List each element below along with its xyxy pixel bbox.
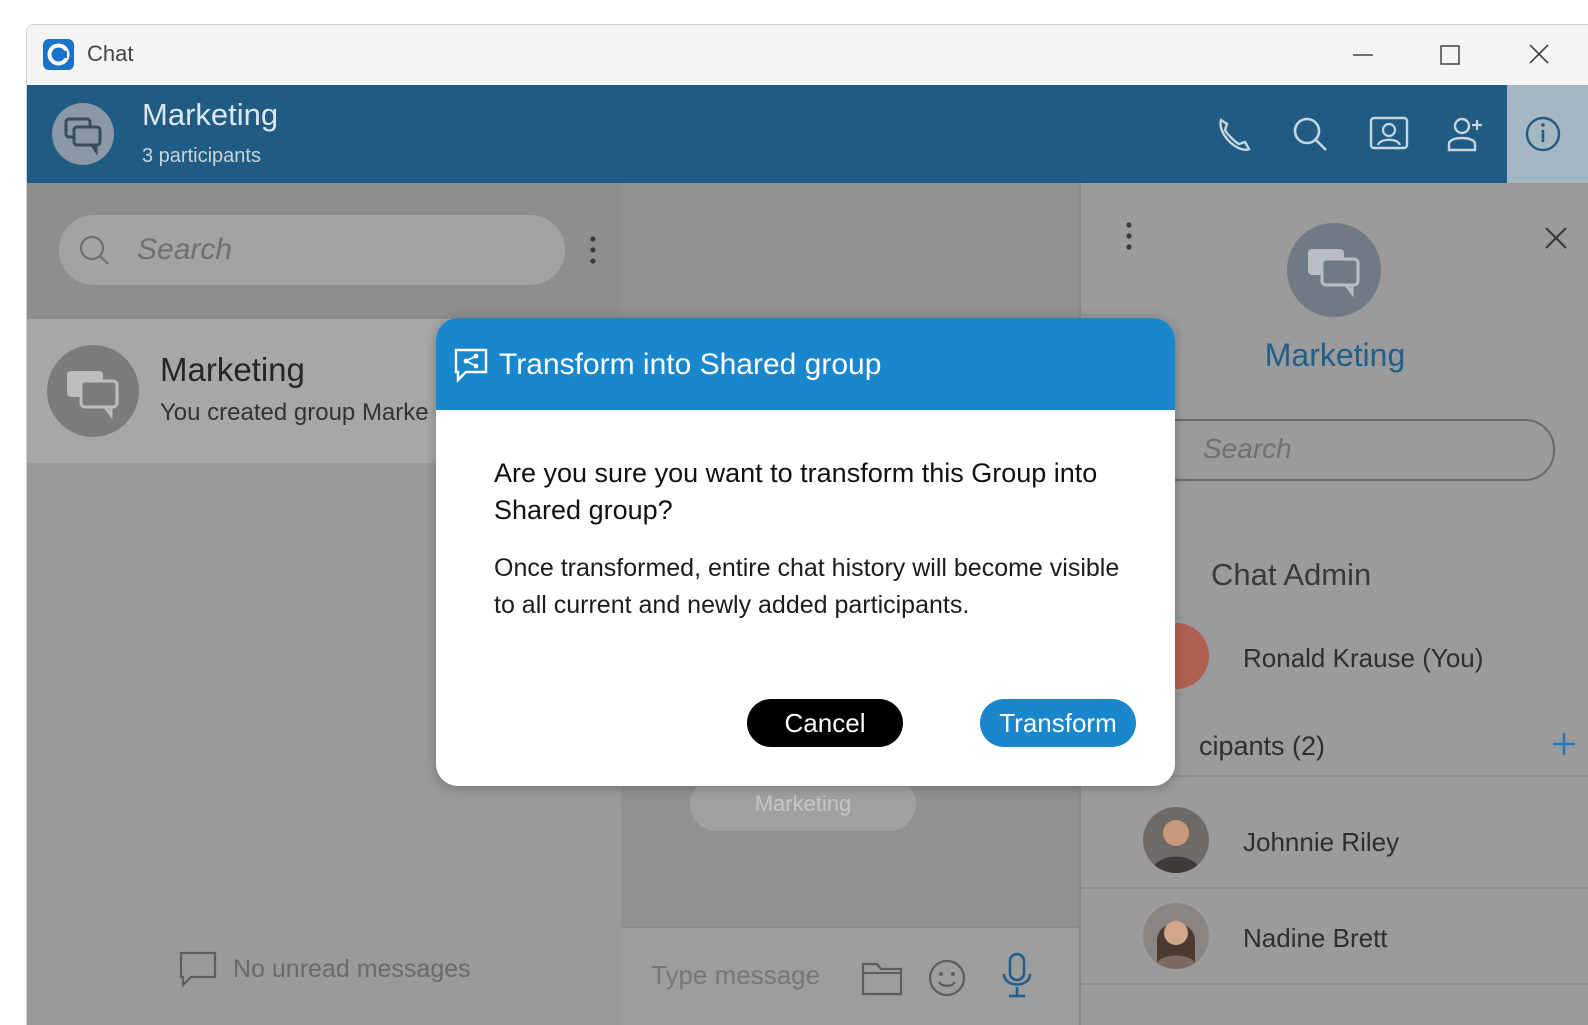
header-title: Marketing: [142, 97, 279, 132]
participants-heading: cipants (2): [1199, 731, 1326, 761]
participants-count: 3 participants: [142, 145, 261, 167]
no-unread-indicator: No unread messages: [177, 949, 471, 996]
dialog-title: Transform into Shared group: [499, 348, 882, 381]
maximize-button[interactable]: [1427, 35, 1473, 75]
admin-name[interactable]: Ronald Krause (You): [1243, 643, 1483, 674]
title-bar: Chat: [27, 25, 1588, 85]
window-title: Chat: [87, 41, 134, 66]
video-meeting-icon: [1369, 116, 1409, 150]
avatar: [1143, 807, 1209, 873]
app-logo-icon: [43, 39, 74, 70]
group-chat-icon: [1308, 249, 1360, 298]
chat-bubble-icon: [179, 951, 217, 988]
system-message-text: Marketing: [754, 791, 852, 816]
left-toolbar: Search: [27, 183, 621, 319]
chat-header: Marketing 3 participants: [27, 85, 1507, 183]
transform-dialog: Transform into Shared group Are you sure…: [436, 318, 1175, 786]
message-composer[interactable]: Type message: [621, 927, 1079, 1025]
shared-group-icon: [454, 348, 488, 383]
avatar: [1143, 903, 1209, 969]
microphone-icon[interactable]: [997, 950, 1037, 1002]
info-button[interactable]: [1507, 85, 1588, 183]
group-avatar: [1287, 223, 1381, 317]
search-icon: [79, 235, 109, 265]
conversation-search-input[interactable]: Search: [59, 215, 565, 285]
emoji-icon[interactable]: [925, 956, 969, 1000]
info-icon: [1525, 116, 1561, 152]
search-placeholder: Search: [1203, 433, 1292, 464]
dialog-header: Transform into Shared group: [436, 318, 1175, 410]
add-participant-button[interactable]: [1443, 112, 1487, 156]
cancel-button[interactable]: Cancel: [747, 699, 903, 747]
divider: [1081, 983, 1588, 985]
more-options-icon[interactable]: [1119, 217, 1139, 257]
close-window-button[interactable]: [1516, 35, 1562, 75]
call-button[interactable]: [1211, 112, 1255, 156]
phone-icon: [1219, 118, 1251, 151]
search-button[interactable]: [1288, 112, 1332, 156]
minimize-button[interactable]: [1340, 35, 1386, 75]
group-chat-icon: [67, 371, 119, 420]
dialog-message: Once transformed, entire chat history wi…: [494, 554, 1120, 619]
add-icon[interactable]: [1549, 729, 1579, 759]
search-icon: [1293, 117, 1327, 151]
group-avatar: [47, 345, 139, 437]
participant-search-input[interactable]: Search: [1141, 419, 1555, 481]
search-placeholder: Search: [137, 233, 233, 266]
no-unread-text: No unread messages: [233, 955, 471, 983]
meeting-button[interactable]: [1367, 112, 1411, 156]
dialog-question: Are you sure you want to transform this …: [494, 458, 1098, 525]
message-input[interactable]: Type message: [651, 960, 820, 991]
close-icon[interactable]: [1539, 221, 1573, 255]
folder-icon[interactable]: [859, 956, 907, 1000]
group-chat-icon: [64, 117, 102, 156]
divider: [1081, 887, 1588, 889]
participant-name[interactable]: Johnnie Riley: [1243, 827, 1399, 858]
conversation-name: Marketing: [160, 351, 305, 388]
transform-button[interactable]: Transform: [980, 699, 1136, 747]
add-user-icon: [1447, 117, 1482, 152]
conversation-preview: You created group Marke: [160, 399, 429, 426]
participant-name[interactable]: Nadine Brett: [1243, 923, 1388, 954]
more-options-icon[interactable]: [583, 231, 603, 271]
group-avatar: [52, 103, 114, 165]
chat-admin-heading: Chat Admin: [1211, 557, 1372, 592]
